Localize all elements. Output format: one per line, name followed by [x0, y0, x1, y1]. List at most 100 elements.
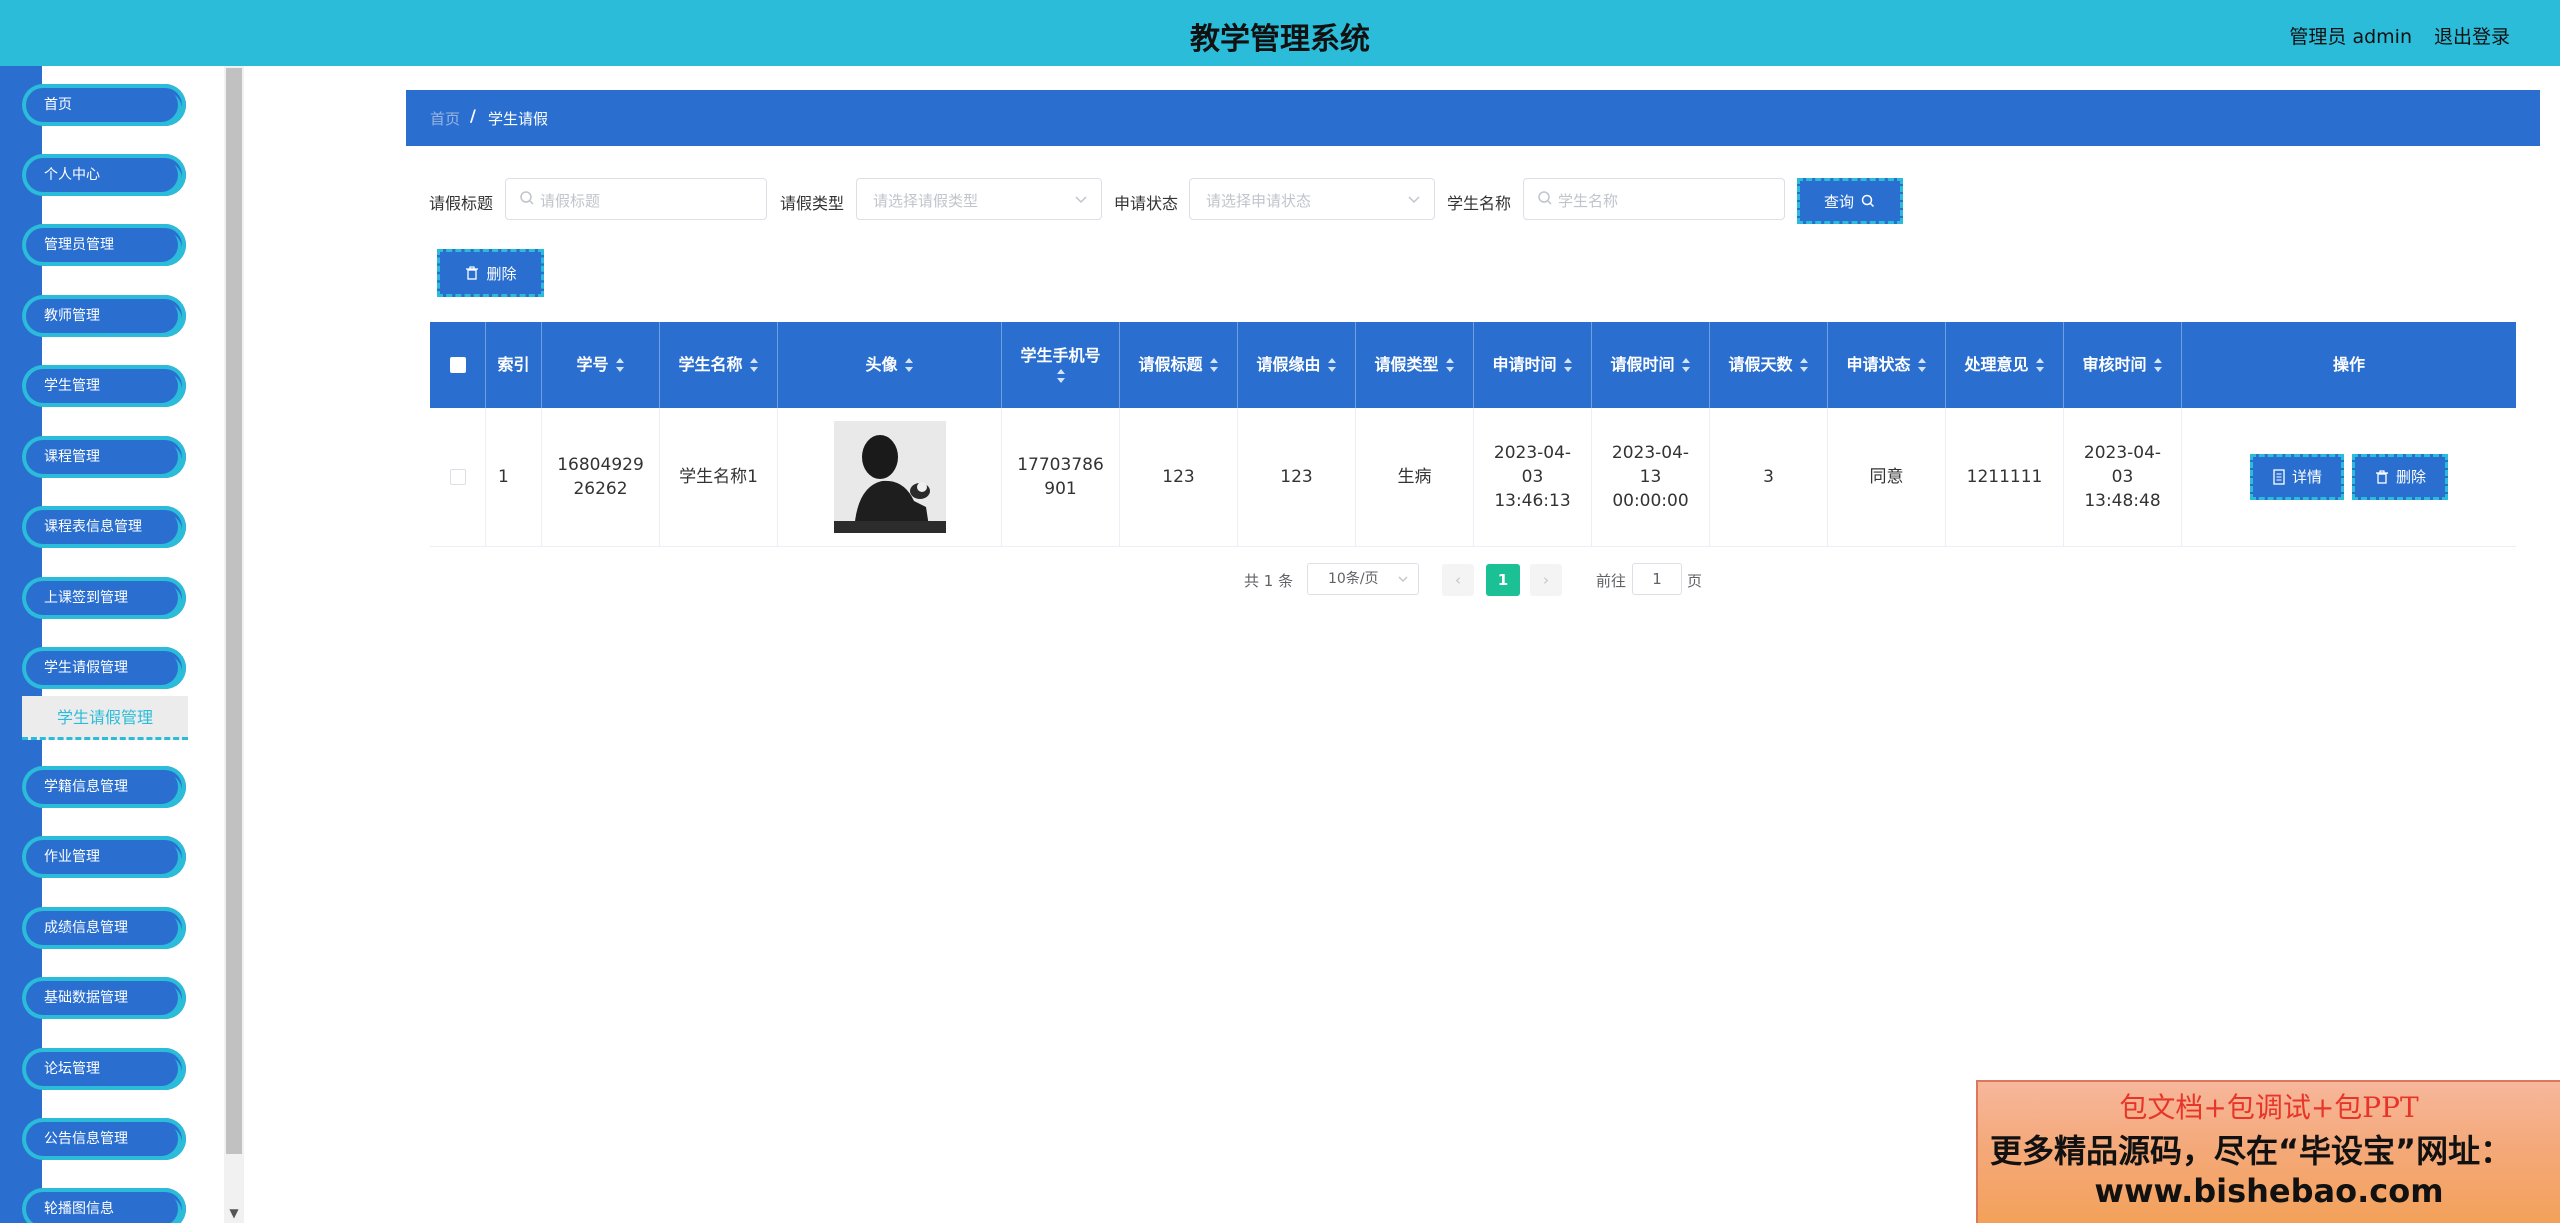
header-opinion[interactable]: 处理意见	[1946, 322, 2064, 408]
breadcrumb: 首页 / 学生请假	[406, 90, 2540, 146]
sidebar-item-label: 学生管理	[44, 378, 100, 394]
sidebar-item-label: 基础数据管理	[44, 990, 128, 1006]
promo-line-1: 包文档+包调试+包PPT	[2119, 1091, 2419, 1124]
row-select-cell[interactable]	[430, 408, 486, 546]
sidebar-item-carousel[interactable]: 轮播图信息	[22, 1188, 186, 1223]
sidebar-item-checkin[interactable]: 上课签到管理	[22, 577, 186, 619]
query-button[interactable]: 查询	[1797, 178, 1903, 224]
prev-page-button[interactable]: ‹	[1442, 564, 1474, 596]
row-checkbox[interactable]	[449, 469, 466, 485]
page-number-1[interactable]: 1	[1486, 564, 1520, 596]
scrollbar-thumb[interactable]	[226, 68, 242, 1154]
chevron-down-icon	[1408, 196, 1420, 204]
header-apply-time[interactable]: 申请时间	[1474, 322, 1592, 408]
select-all-checkbox[interactable]	[449, 357, 466, 373]
cell-index: 1	[486, 408, 542, 546]
header-select-all[interactable]	[430, 322, 486, 408]
sidebar-item-leave[interactable]: 学生请假管理	[22, 647, 186, 689]
sort-icon[interactable]	[1681, 356, 1691, 374]
header-student-no[interactable]: 学号	[542, 322, 660, 408]
header-leave-title[interactable]: 请假标题	[1120, 322, 1238, 408]
sort-icon[interactable]	[1327, 356, 1337, 374]
pagination-total: 共 1 条	[1244, 572, 1294, 590]
header-status-label: 申请状态	[1846, 355, 1911, 374]
header-status[interactable]: 申请状态	[1828, 322, 1946, 408]
sidebar-item-label: 教师管理	[44, 308, 100, 324]
student-name-input[interactable]: 学生名称	[1523, 178, 1785, 220]
header-leave-time-label: 请假时间	[1610, 355, 1675, 374]
sort-icon[interactable]	[2035, 356, 2045, 374]
sort-icon[interactable]	[1563, 356, 1573, 374]
cell-days: 3	[1710, 408, 1828, 546]
apply-status-select[interactable]: 请选择申请状态	[1189, 178, 1435, 220]
header-student-name[interactable]: 学生名称	[660, 322, 778, 408]
sidebar-item-label: 学籍信息管理	[44, 779, 128, 795]
sidebar-item-admins[interactable]: 管理员管理	[22, 224, 186, 266]
header-leave-time[interactable]: 请假时间	[1592, 322, 1710, 408]
sidebar-item-courses[interactable]: 课程管理	[22, 436, 186, 478]
cell-leave-type: 生病	[1356, 408, 1474, 546]
sort-icon[interactable]	[1209, 356, 1219, 374]
sidebar-item-notice[interactable]: 公告信息管理	[22, 1118, 186, 1160]
detail-button[interactable]: 详情	[2250, 454, 2344, 500]
next-page-button[interactable]: ›	[1530, 564, 1562, 596]
sort-icon[interactable]	[615, 356, 625, 374]
sidebar-item-timetable[interactable]: 课程表信息管理	[22, 506, 186, 548]
header-leave-reason[interactable]: 请假缘由	[1238, 322, 1356, 408]
bulk-delete-button[interactable]: 删除	[437, 249, 544, 297]
scroll-down-icon[interactable]: ▼	[224, 1205, 244, 1221]
sort-icon[interactable]	[1445, 356, 1455, 374]
sidebar-item-forum[interactable]: 论坛管理	[22, 1048, 186, 1090]
sidebar-item-homework[interactable]: 作业管理	[22, 836, 186, 878]
sidebar-item-home[interactable]: 首页	[22, 84, 186, 126]
search-icon	[1861, 194, 1875, 208]
sidebar-item-teachers[interactable]: 教师管理	[22, 295, 186, 337]
row-delete-label: 删除	[2395, 468, 2426, 486]
leave-type-select[interactable]: 请选择请假类型	[856, 178, 1102, 220]
cell-review-time: 2023-04-03 13:48:48	[2064, 408, 2182, 546]
cell-apply-time: 2023-04-03 13:46:13	[1474, 408, 1592, 546]
sidebar-item-label: 轮播图信息	[44, 1201, 114, 1217]
leave-type-label: 请假类型	[780, 194, 845, 213]
header-leave-type[interactable]: 请假类型	[1356, 322, 1474, 408]
header-actions: 操作	[2182, 322, 2516, 408]
logout-link[interactable]: 退出登录	[2434, 22, 2510, 49]
sort-icon[interactable]	[904, 356, 914, 374]
cell-actions: 详情 删除	[2182, 408, 2516, 546]
row-delete-button[interactable]: 删除	[2352, 454, 2448, 500]
goto-label: 前往	[1596, 572, 1627, 590]
breadcrumb-home[interactable]: 首页	[430, 108, 460, 129]
sort-icon[interactable]	[2153, 356, 2163, 374]
page-size-select[interactable]: 10条/页	[1307, 563, 1419, 595]
cell-leave-title: 123	[1120, 408, 1238, 546]
apply-status-placeholder: 请选择申请状态	[1206, 192, 1312, 210]
sidebar-item-profile[interactable]: 个人中心	[22, 154, 186, 196]
query-button-label: 查询	[1823, 192, 1854, 211]
submenu-item-leave-manage[interactable]: 学生请假管理	[22, 696, 188, 740]
header-review-time-label: 审核时间	[2082, 355, 2147, 374]
sidebar-item-enrollment[interactable]: 学籍信息管理	[22, 766, 186, 808]
goto-page-input[interactable]: 1	[1632, 563, 1682, 595]
sidebar-item-label: 首页	[44, 97, 72, 113]
header-days-label: 请假天数	[1728, 355, 1793, 374]
header-phone[interactable]: 学生手机号	[1002, 322, 1120, 408]
trash-icon	[466, 266, 479, 280]
sidebar-scrollbar[interactable]: ▼	[224, 66, 244, 1223]
avatar[interactable]	[833, 421, 946, 533]
sidebar-item-grades[interactable]: 成绩信息管理	[22, 907, 186, 949]
trash-icon	[2375, 470, 2388, 484]
sort-icon[interactable]	[1917, 356, 1927, 374]
sort-icon[interactable]	[1799, 356, 1809, 374]
header-days[interactable]: 请假天数	[1710, 322, 1828, 408]
header-avatar[interactable]: 头像	[778, 322, 1002, 408]
sidebar-item-label: 作业管理	[44, 849, 100, 865]
cell-student-name: 学生名称1	[660, 408, 778, 546]
cell-status: 同意	[1828, 408, 1946, 546]
sidebar-item-basedata[interactable]: 基础数据管理	[22, 977, 186, 1019]
sort-icon[interactable]	[749, 356, 759, 374]
breadcrumb-current: 学生请假	[488, 110, 549, 128]
sort-icon[interactable]	[1056, 367, 1066, 385]
header-review-time[interactable]: 审核时间	[2064, 322, 2182, 408]
sidebar-item-students[interactable]: 学生管理	[22, 365, 186, 407]
leave-title-input[interactable]: 请假标题	[505, 178, 767, 220]
